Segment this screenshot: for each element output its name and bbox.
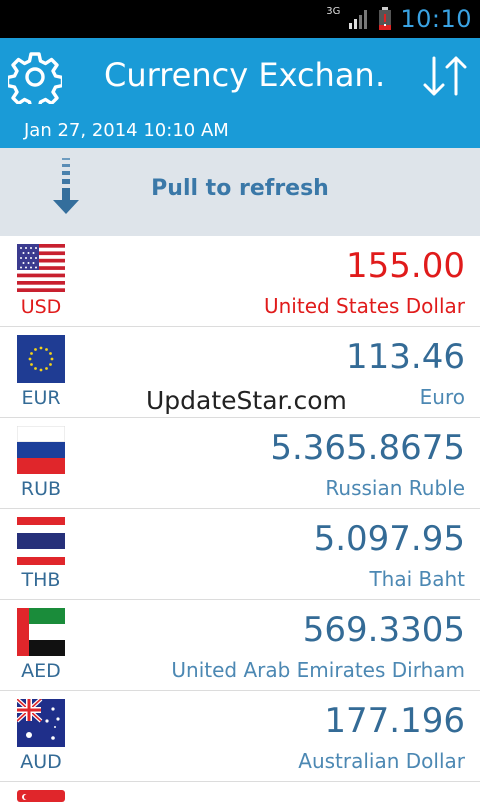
currency-name: United States Dollar	[263, 294, 465, 318]
app-title: Currency Exchan…	[104, 56, 384, 94]
us-flag-icon	[17, 244, 65, 292]
currency-code: AUD	[20, 751, 62, 773]
currency-code: EUR	[21, 387, 61, 409]
app-bar: Currency Exchan… Jan 27, 2014 10:10 AM	[0, 38, 480, 148]
currency-row-usd[interactable]: USD 155.00 United States Dollar	[0, 236, 480, 327]
ae-flag-icon	[17, 608, 65, 656]
currency-name: United Arab Emirates Dirham	[171, 658, 465, 682]
currency-list: USD 155.00 United States Dollar EUR 113.…	[0, 236, 480, 802]
currency-name: Russian Ruble	[325, 476, 465, 500]
currency-amount: 113.46	[346, 337, 465, 377]
currency-code: RUB	[20, 478, 62, 500]
au-flag-icon	[17, 699, 65, 747]
status-clock: 10:10	[400, 5, 472, 33]
currency-row-thb[interactable]: THB 5.097.95 Thai Baht	[0, 509, 480, 600]
last-updated-datetime: Jan 27, 2014 10:10 AM	[24, 120, 229, 141]
currency-code: USD	[20, 296, 62, 318]
currency-code: AED	[21, 660, 61, 682]
sort-swap-icon[interactable]	[420, 52, 470, 100]
currency-code: THB	[21, 569, 61, 591]
currency-row-aed[interactable]: AED 569.3305 United Arab Emirates Dirham	[0, 600, 480, 691]
currency-name: Australian Dollar	[298, 749, 465, 773]
th-flag-icon	[17, 517, 65, 565]
currency-amount: 5.097.95	[313, 519, 465, 559]
gear-icon[interactable]	[8, 50, 62, 104]
currency-amount: 5.365.8675	[270, 428, 465, 468]
sg-flag-icon	[17, 790, 65, 802]
network-type: 3G	[326, 5, 341, 17]
currency-name: Euro	[419, 385, 465, 409]
signal-icon	[349, 10, 368, 29]
watermark-text: UpdateStar.com	[146, 386, 347, 415]
currency-amount: 155.00	[346, 246, 465, 286]
currency-amount: 177.196	[324, 701, 465, 741]
currency-row-partial[interactable]	[0, 782, 480, 802]
ru-flag-icon	[17, 426, 65, 474]
status-bar: 3G 10:10	[0, 0, 480, 38]
pull-to-refresh[interactable]: Pull to refresh	[0, 148, 480, 236]
currency-amount: 569.3305	[302, 610, 465, 650]
currency-row-aud[interactable]: AUD 177.196 Australian Dollar	[0, 691, 480, 782]
pull-to-refresh-label: Pull to refresh	[151, 176, 329, 201]
eu-flag-icon	[17, 335, 65, 383]
currency-row-rub[interactable]: RUB 5.365.8675 Russian Ruble	[0, 418, 480, 509]
battery-low-icon	[379, 7, 392, 30]
currency-name: Thai Baht	[369, 567, 465, 591]
